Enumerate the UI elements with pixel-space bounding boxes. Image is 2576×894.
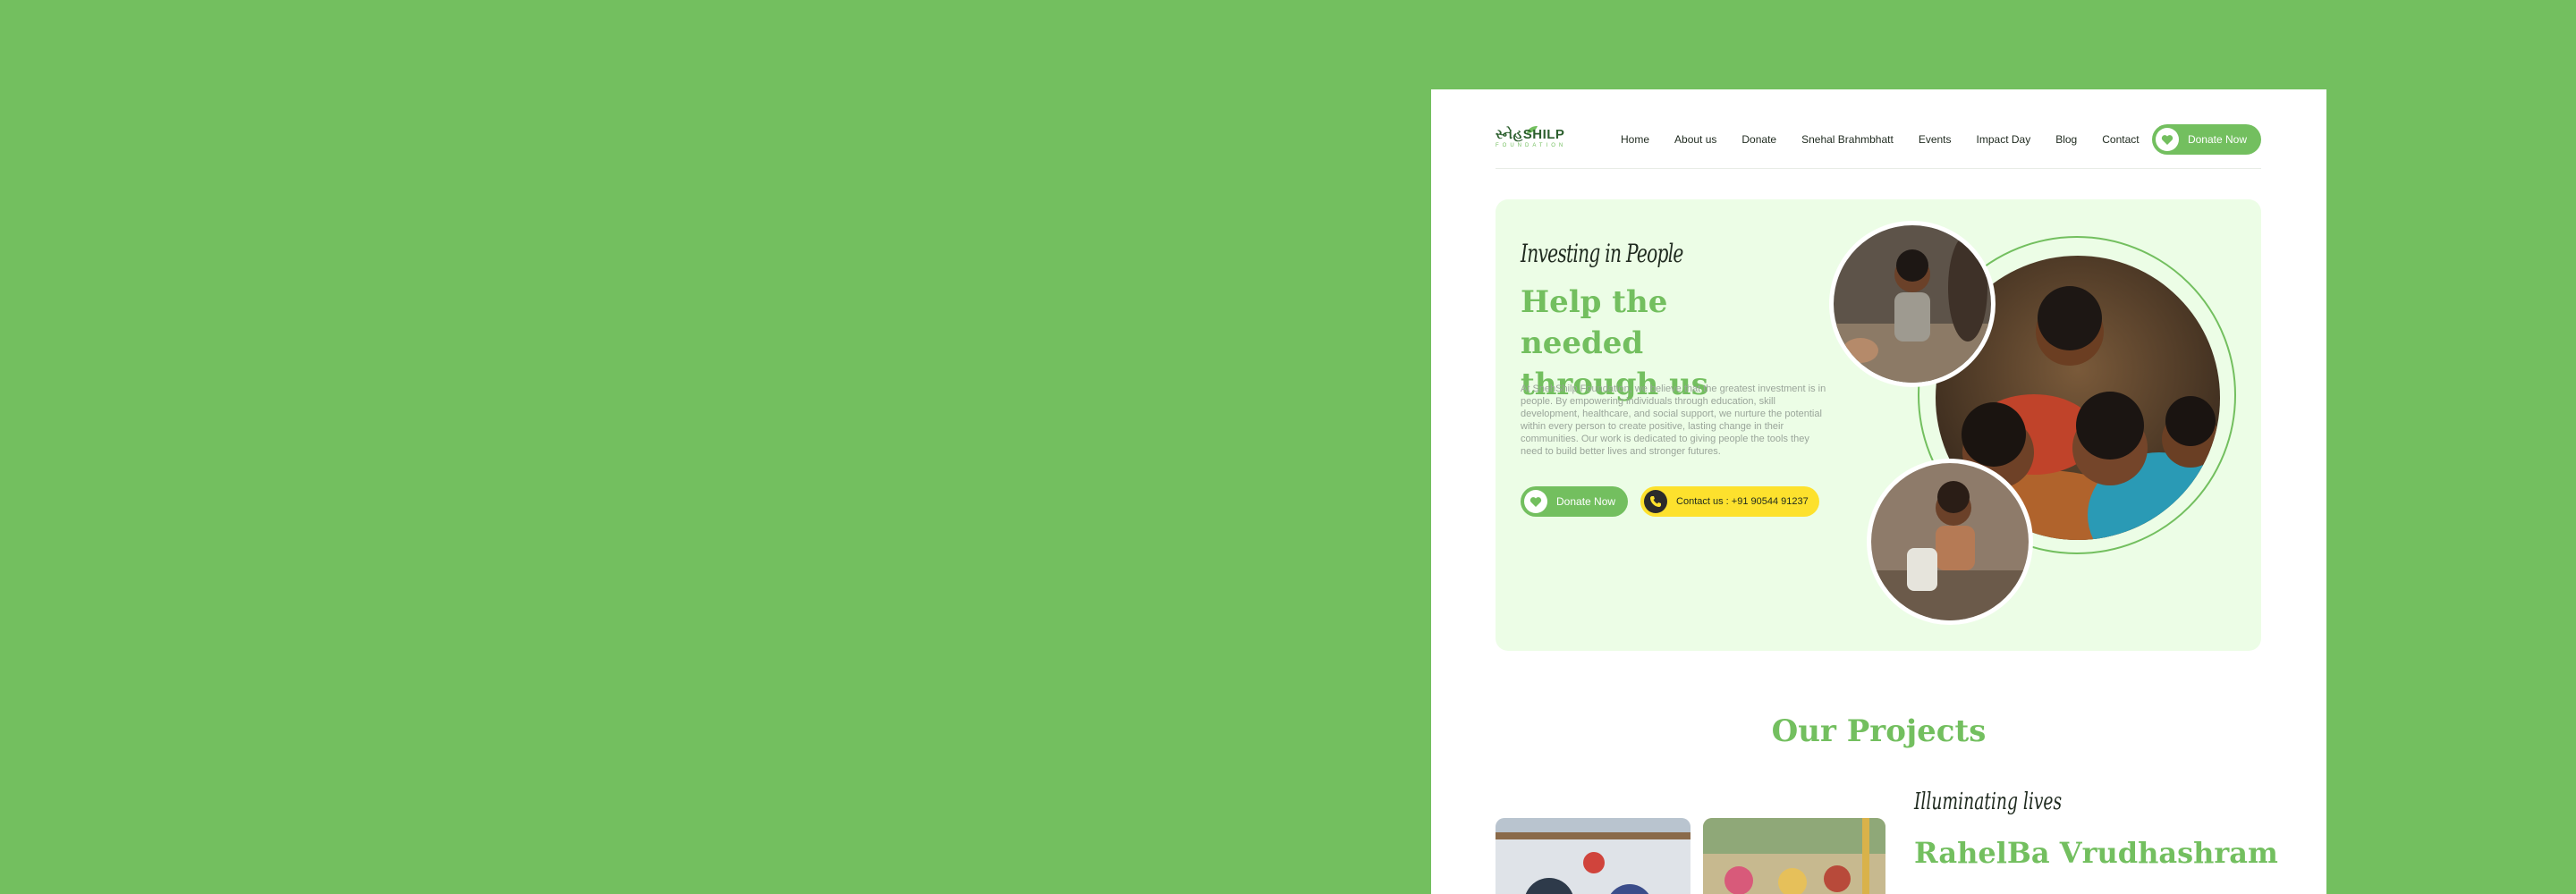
project-photo-1 xyxy=(1496,818,1690,894)
logo-subtext: FOUNDATION xyxy=(1496,143,1567,148)
project-name: RahelBa Vrudhashram xyxy=(1914,836,2278,870)
project-eyebrow: Illuminating lives xyxy=(1914,789,2063,815)
site-header: સ્નેહSHILP FOUNDATION Home About us Dona… xyxy=(1496,122,2261,169)
nav-snehal-brahmbhatt[interactable]: Snehal Brahmbhatt xyxy=(1801,133,1894,146)
project-photo-2 xyxy=(1703,818,1885,894)
hero-photo-child-water xyxy=(1867,459,2033,625)
header-donate-label: Donate Now xyxy=(2187,133,2247,146)
nav-donate[interactable]: Donate xyxy=(1741,133,1776,146)
hero-photo-child-sitting xyxy=(1829,221,1996,387)
main-nav: Home About us Donate Snehal Brahmbhatt E… xyxy=(1621,122,2140,157)
nav-home[interactable]: Home xyxy=(1621,133,1649,146)
projects-title: Our Projects xyxy=(1771,713,1987,749)
hero-donate-button[interactable]: Donate Now xyxy=(1521,486,1629,517)
hero-section: Investing in People Help the needed thro… xyxy=(1496,199,2261,651)
logo[interactable]: સ્નેહSHILP FOUNDATION xyxy=(1496,126,1585,154)
nav-about-us[interactable]: About us xyxy=(1674,133,1716,146)
contact-label: Contact us : +91 90544 91237 xyxy=(1676,496,1809,507)
header-donate-button[interactable]: Donate Now xyxy=(2151,124,2261,155)
hero-eyebrow: Investing in People xyxy=(1521,239,1683,268)
nav-contact[interactable]: Contact xyxy=(2102,133,2139,146)
logo-text: સ્નેહSHILP xyxy=(1496,127,1565,142)
page: સ્નેહSHILP FOUNDATION Home About us Dona… xyxy=(1431,89,2326,894)
nav-impact-day[interactable]: Impact Day xyxy=(1977,133,2031,146)
hero-buttons: Donate Now Contact us : +91 90544 91237 xyxy=(1521,486,1819,517)
contact-button[interactable]: Contact us : +91 90544 91237 xyxy=(1640,486,1819,517)
phone-icon xyxy=(1644,490,1668,513)
nav-blog[interactable]: Blog xyxy=(2055,133,2077,146)
hero-description: At SnehShilp Foundation, we believe that… xyxy=(1521,384,1826,457)
heart-icon xyxy=(2155,128,2179,151)
nav-events[interactable]: Events xyxy=(1919,133,1952,146)
heart-icon xyxy=(1524,490,1547,513)
hero-donate-label: Donate Now xyxy=(1556,495,1616,508)
